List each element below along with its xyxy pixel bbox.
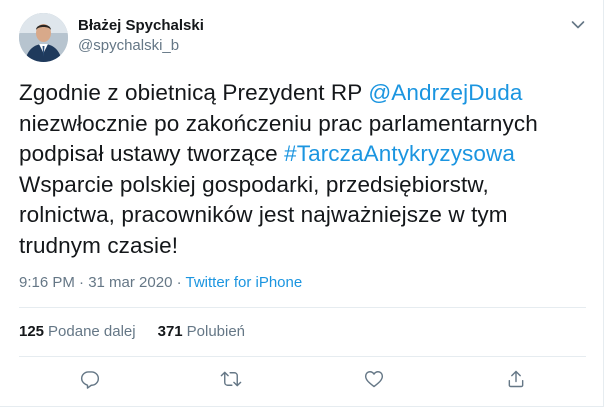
likes-label: Polubień	[186, 323, 246, 340]
like-button[interactable]	[357, 362, 391, 396]
divider	[19, 307, 586, 308]
avatar-image	[19, 13, 68, 62]
author-info[interactable]: Błażej Spychalski @spychalski_b	[78, 16, 204, 56]
share-button[interactable]	[499, 362, 533, 396]
hashtag-link[interactable]: #TarczaAntykryzysowa	[284, 141, 515, 166]
divider	[19, 356, 586, 357]
retweet-button[interactable]	[214, 362, 248, 396]
tweet-card: Błażej Spychalski @spychalski_b Zgodnie …	[0, 0, 604, 407]
chevron-down-icon	[571, 21, 585, 29]
tweet-timestamp[interactable]: 9:16 PM · 31 mar 2020 ·	[19, 274, 185, 291]
heart-icon	[364, 371, 384, 388]
share-icon	[508, 370, 524, 388]
tweet-text-segment: Zgodnie z obietnicą Prezydent RP	[19, 80, 369, 105]
tweet-text: Zgodnie z obietnicą Prezydent RP @Andrze…	[19, 78, 587, 261]
retweets-label: Podane dalej	[48, 323, 136, 340]
retweets-stat[interactable]: 125 Podane dalej	[19, 322, 136, 342]
tweet-stats: 125 Podane dalej 371 Polubień	[19, 322, 245, 342]
tweet-source-link[interactable]: Twitter for iPhone	[185, 274, 302, 291]
reply-icon	[80, 371, 100, 389]
likes-stat[interactable]: 371 Polubień	[158, 322, 245, 342]
tweet-actions	[0, 362, 604, 402]
likes-count: 371	[157, 323, 183, 340]
reply-button[interactable]	[73, 362, 107, 396]
tweet-text-segment: Wsparcie polskiej gospodarki, przedsiębi…	[19, 171, 508, 258]
avatar[interactable]	[19, 13, 68, 62]
more-options-button[interactable]	[567, 14, 589, 36]
tweet-meta: 9:16 PM · 31 mar 2020 · Twitter for iPho…	[19, 273, 302, 293]
retweets-count: 125	[19, 323, 45, 340]
author-display-name[interactable]: Błażej Spychalski	[78, 16, 204, 36]
retweet-icon	[220, 371, 242, 387]
author-handle[interactable]: @spychalski_b	[78, 36, 204, 56]
mention-link[interactable]: @AndrzejDuda	[368, 80, 522, 105]
